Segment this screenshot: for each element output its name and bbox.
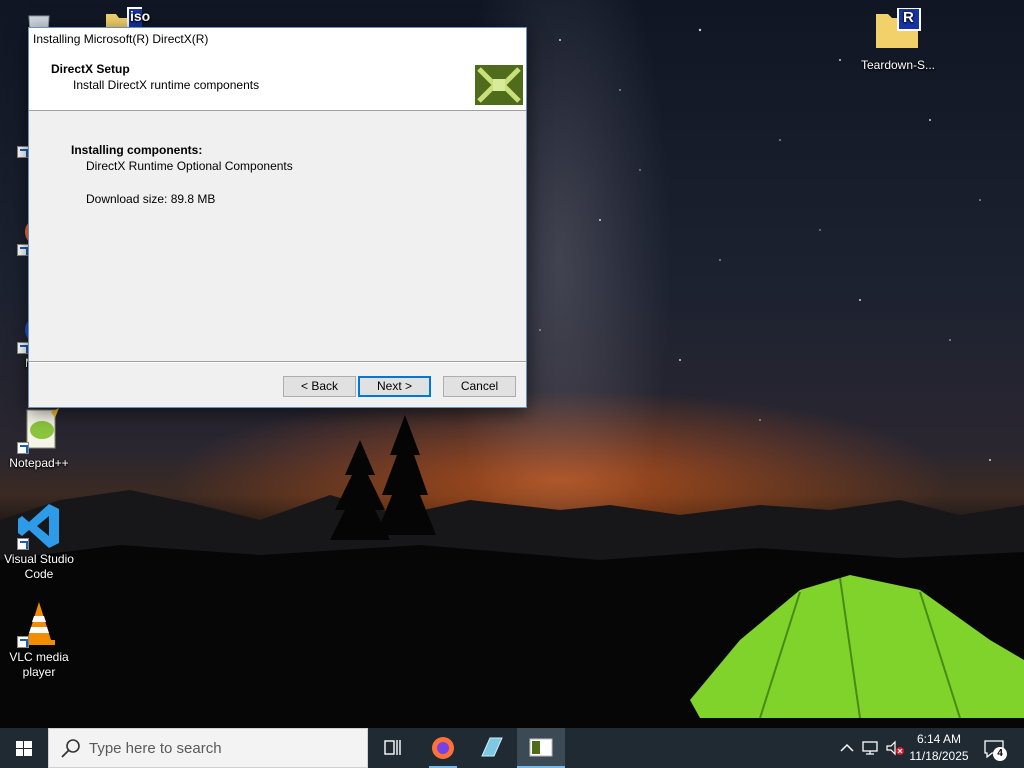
taskbar-directx-setup[interactable] xyxy=(517,728,565,768)
shortcut-arrow-icon xyxy=(17,538,29,550)
notepadpp-icon xyxy=(15,406,63,454)
dialog-titlebar[interactable]: Installing Microsoft(R) DirectX(R) xyxy=(29,28,526,51)
r-badge-text: R xyxy=(903,9,914,26)
component-name: DirectX Runtime Optional Components xyxy=(86,159,293,173)
desktop-icon-notepadpp[interactable]: Notepad++ xyxy=(1,406,77,471)
iso-badge-text: iso xyxy=(130,8,151,24)
shortcut-arrow-icon xyxy=(17,636,29,648)
taskbar: Type here to search 6:14 AM 11/18/2025 4 xyxy=(0,728,1024,768)
desktop-icon-label: VLC media player xyxy=(9,650,69,679)
installing-label: Installing components: xyxy=(71,143,203,157)
desktop-icon-teardown[interactable]: R Teardown-S... xyxy=(858,7,938,73)
firefox-icon xyxy=(432,737,454,759)
vscode-icon xyxy=(15,502,63,550)
network-icon[interactable] xyxy=(861,740,881,756)
cancel-button[interactable]: Cancel xyxy=(443,376,516,397)
desktop-icon-vlc[interactable]: VLC media player xyxy=(1,600,77,680)
dialog-body: Installing components: DirectX Runtime O… xyxy=(29,112,526,362)
back-button[interactable]: < Back xyxy=(283,376,356,397)
task-view-button[interactable] xyxy=(368,728,416,768)
desktop-icon-label: Visual Studio Code xyxy=(4,552,74,581)
chevron-up-icon[interactable] xyxy=(839,740,855,756)
volume-muted-icon[interactable] xyxy=(885,740,905,756)
desktop-icon-label: Notepad++ xyxy=(9,456,69,470)
dialog-title: Installing Microsoft(R) DirectX(R) xyxy=(33,32,209,46)
installer-icon xyxy=(481,737,503,757)
download-size: Download size: 89.8 MB xyxy=(86,192,216,206)
directx-setup-icon xyxy=(529,738,553,757)
windows-logo-icon xyxy=(16,741,32,756)
taskbar-firefox[interactable] xyxy=(419,728,467,768)
folder-icon: R xyxy=(874,7,922,56)
dialog-header: DirectX Setup Install DirectX runtime co… xyxy=(29,51,526,111)
task-view-icon xyxy=(384,740,401,755)
next-button[interactable]: Next > xyxy=(358,376,431,397)
vlc-cone-icon xyxy=(15,600,63,648)
search-placeholder: Type here to search xyxy=(89,740,222,757)
start-button[interactable] xyxy=(0,728,48,768)
desktop-icon-label: Teardown-S... xyxy=(860,58,936,72)
header-title: DirectX Setup xyxy=(51,62,130,76)
clock[interactable]: 6:14 AM 11/18/2025 xyxy=(905,731,973,765)
clock-time: 6:14 AM xyxy=(916,732,962,746)
taskbar-installer[interactable] xyxy=(468,728,516,768)
directx-logo-icon xyxy=(475,65,523,105)
directx-setup-dialog: Installing Microsoft(R) DirectX(R) Direc… xyxy=(28,27,527,408)
search-input[interactable]: Type here to search xyxy=(48,728,368,768)
shortcut-arrow-icon xyxy=(17,442,29,454)
desktop-icon-vscode[interactable]: Visual Studio Code xyxy=(1,502,77,582)
notification-count-badge: 4 xyxy=(993,747,1007,761)
search-icon xyxy=(61,739,80,758)
clock-date: 11/18/2025 xyxy=(909,749,969,763)
dialog-separator xyxy=(29,361,526,363)
header-subtitle: Install DirectX runtime components xyxy=(73,78,260,92)
